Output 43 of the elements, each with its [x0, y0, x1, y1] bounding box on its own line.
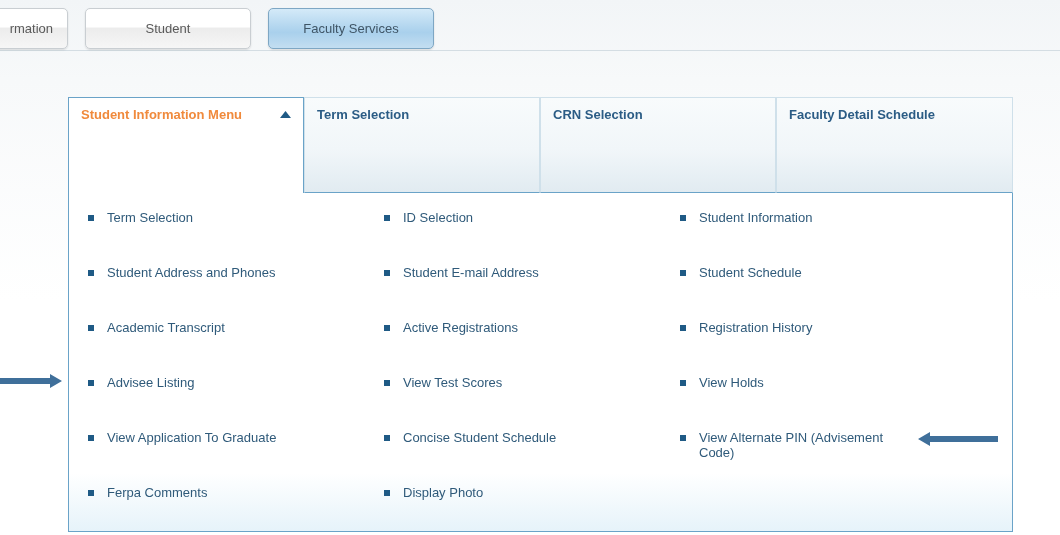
- bullet-icon: [680, 435, 686, 441]
- nav-tab[interactable]: rmation: [0, 8, 68, 49]
- menu-link[interactable]: Student E-mail Address: [403, 265, 539, 280]
- menu-link[interactable]: ID Selection: [403, 210, 474, 225]
- menu-link[interactable]: Advisee Listing: [107, 375, 195, 390]
- caret-up-icon: [280, 111, 291, 118]
- menu-tab[interactable]: Faculty Detail Schedule: [776, 97, 1013, 193]
- nav-tab[interactable]: Student: [85, 8, 251, 49]
- bullet-icon: [680, 325, 686, 331]
- bullet-icon: [88, 325, 94, 331]
- bullet-icon: [88, 380, 94, 386]
- menu-tab[interactable]: Term Selection: [304, 97, 540, 193]
- bullet-icon: [680, 270, 686, 276]
- menu-link[interactable]: Student Information: [699, 210, 813, 225]
- arrow-icon: [916, 432, 998, 446]
- menu-link[interactable]: Academic Transcript: [107, 320, 225, 335]
- bullet-icon: [384, 215, 390, 221]
- bullet-icon: [88, 270, 94, 276]
- menu-link[interactable]: View Application To Graduate: [107, 430, 277, 445]
- menu-link[interactable]: Registration History: [699, 320, 813, 335]
- menu-link[interactable]: Student Schedule: [699, 265, 802, 280]
- bullet-icon: [88, 435, 94, 441]
- bullet-icon: [680, 380, 686, 386]
- nav-tab[interactable]: Faculty Services: [268, 8, 434, 49]
- bullet-icon: [384, 270, 390, 276]
- menu-link[interactable]: View Holds: [699, 375, 764, 390]
- bullet-icon: [680, 215, 686, 221]
- menu-link[interactable]: View Test Scores: [403, 375, 503, 390]
- menu-link[interactable]: Active Registrations: [403, 320, 518, 335]
- menu-link[interactable]: Term Selection: [107, 210, 193, 225]
- menu-link[interactable]: Ferpa Comments: [107, 485, 208, 500]
- bullet-icon: [384, 325, 390, 331]
- bullet-icon: [384, 490, 390, 496]
- menu-tab[interactable]: CRN Selection: [540, 97, 776, 193]
- menu-link[interactable]: Student Address and Phones: [107, 265, 276, 280]
- menu-link[interactable]: View Alternate PIN (Advisement Code): [699, 430, 914, 460]
- bullet-icon: [384, 380, 390, 386]
- bullet-icon: [88, 215, 94, 221]
- arrow-icon: [0, 374, 64, 388]
- menu-link[interactable]: Concise Student Schedule: [403, 430, 557, 445]
- bullet-icon: [88, 490, 94, 496]
- menu-link[interactable]: Display Photo: [403, 485, 484, 500]
- bullet-icon: [384, 435, 390, 441]
